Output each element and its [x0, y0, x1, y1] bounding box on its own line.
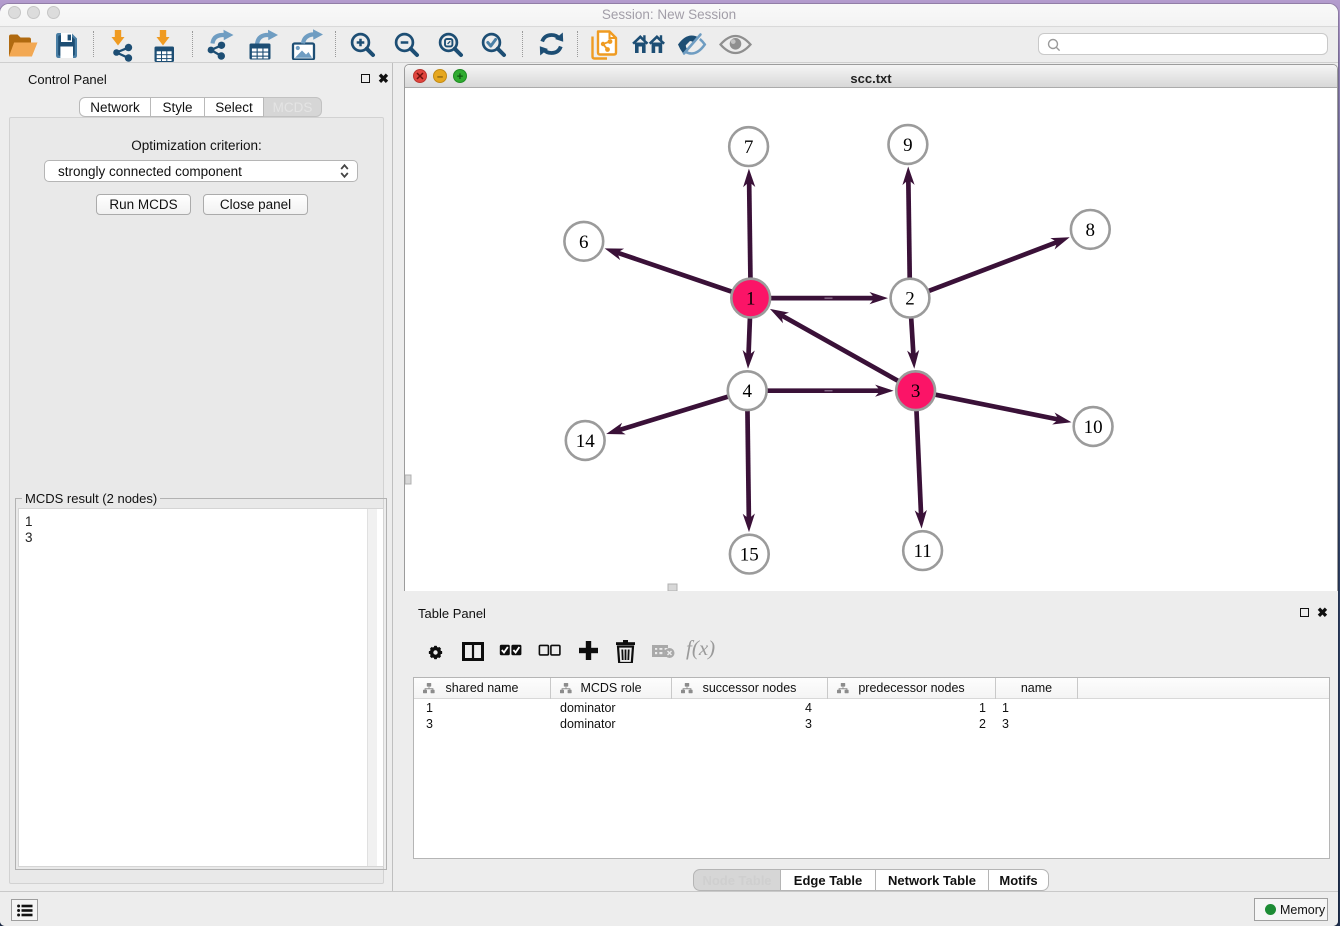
svg-text:15: 15 [740, 545, 759, 566]
svg-text:7: 7 [744, 137, 754, 158]
svg-text:1: 1 [746, 289, 756, 310]
svg-text:14: 14 [576, 431, 596, 452]
svg-text:3: 3 [911, 381, 921, 402]
svg-text:9: 9 [903, 135, 913, 156]
svg-text:2: 2 [905, 289, 915, 310]
svg-text:6: 6 [579, 232, 589, 253]
svg-text:11: 11 [913, 541, 931, 562]
svg-text:8: 8 [1086, 220, 1096, 241]
svg-text:4: 4 [742, 381, 752, 402]
svg-text:10: 10 [1084, 417, 1103, 438]
